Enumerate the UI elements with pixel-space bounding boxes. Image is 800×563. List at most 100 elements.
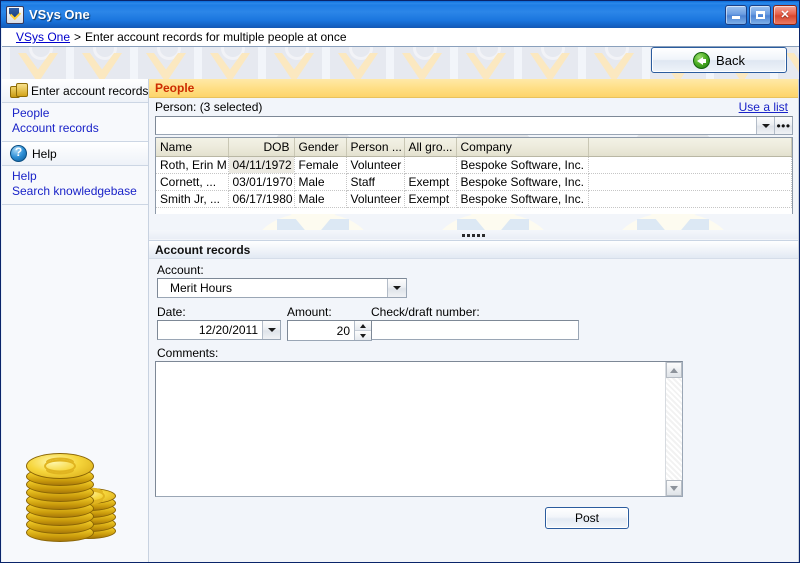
back-button[interactable]: Back <box>651 47 787 73</box>
gold-coins-image <box>26 443 134 543</box>
amount-increment-button[interactable] <box>355 321 371 330</box>
amount-stepper[interactable]: 20 <box>287 320 372 341</box>
table-row[interactable]: Smith Jr, ... 06/17/1980 Male Volunteer … <box>156 190 792 208</box>
date-picker-value: 12/20/2011 <box>198 323 258 337</box>
chevron-down-icon <box>761 123 770 128</box>
application-window: VSys One ✕ VSys One > Enter account reco… <box>0 0 800 563</box>
cell-name: Smith Jr, ... <box>156 190 229 208</box>
post-button[interactable]: Post <box>545 507 629 529</box>
sidebar-item-help[interactable]: Help <box>12 169 148 184</box>
breadcrumb-separator: > <box>74 30 82 44</box>
cell-dob: 06/17/1980 <box>228 190 295 208</box>
breadcrumb-current: Enter account records for multiple peopl… <box>85 30 347 44</box>
watermark-logo <box>586 47 642 79</box>
sidebar-links-group-1: Help Search knowledgebase <box>2 166 148 205</box>
check-draft-number-input[interactable] <box>371 320 579 340</box>
back-button-label: Back <box>716 52 745 68</box>
comments-textarea[interactable] <box>156 362 665 496</box>
maximize-button[interactable] <box>749 4 771 25</box>
table-header-row: Name DOB Gender Person ... All gro... Co… <box>156 138 792 157</box>
money-icon <box>10 83 28 98</box>
sidebar-group-title: Enter account records <box>31 83 149 98</box>
minimize-button[interactable] <box>725 4 747 25</box>
column-header-name[interactable]: Name <box>156 138 229 157</box>
sidebar-links-group-0: People Account records <box>2 103 148 142</box>
date-dropdown-button[interactable] <box>262 321 280 339</box>
table-row[interactable]: Cornett, ... 03/01/1970 Male Staff Exemp… <box>156 173 792 191</box>
minimize-icon <box>726 6 746 24</box>
people-table[interactable]: Name DOB Gender Person ... All gro... Co… <box>155 137 793 214</box>
account-dropdown-button[interactable] <box>387 279 406 297</box>
close-icon: ✕ <box>780 9 790 21</box>
amount-label: Amount: <box>287 305 332 319</box>
check-draft-number-label: Check/draft number: <box>371 305 480 319</box>
watermark-logo <box>522 47 578 79</box>
cell-gender: Female <box>294 156 347 174</box>
column-header-all-groups[interactable]: All gro... <box>404 138 457 157</box>
comments-label: Comments: <box>157 346 219 360</box>
date-picker[interactable]: 12/20/2011 <box>157 320 281 340</box>
person-selector-row: Person: (3 selected) Use a list ••• <box>149 99 799 137</box>
scrollbar-track[interactable] <box>666 378 682 480</box>
cell-all-groups <box>404 156 457 174</box>
amount-value: 20 <box>336 324 350 338</box>
people-section-title: People <box>155 81 195 95</box>
cell-extra <box>588 156 792 174</box>
table-row[interactable]: Roth, Erin M 04/11/1972 Female Volunteer… <box>156 156 792 174</box>
scroll-down-button[interactable] <box>666 480 682 496</box>
vsys-app-icon <box>6 5 24 24</box>
cell-gender: Male <box>294 173 347 191</box>
cell-dob: 03/01/1970 <box>228 173 295 191</box>
chevron-down-icon <box>670 485 678 491</box>
breadcrumb: VSys One > Enter account records for mul… <box>2 28 799 47</box>
sidebar: Enter account records People Account rec… <box>2 79 149 562</box>
maximize-icon <box>750 6 770 24</box>
cell-company: Bespoke Software, Inc. <box>456 156 589 174</box>
account-combobox[interactable]: Merit Hours <box>157 278 407 298</box>
window-title: VSys One <box>29 7 90 22</box>
column-header-dob[interactable]: DOB <box>228 138 295 157</box>
sidebar-item-account-records[interactable]: Account records <box>12 121 148 136</box>
use-a-list-link[interactable]: Use a list <box>739 100 788 114</box>
sidebar-item-search-knowledgebase[interactable]: Search knowledgebase <box>12 184 148 199</box>
panel-splitter[interactable] <box>149 230 799 239</box>
people-section-header: People <box>149 79 799 98</box>
person-combobox[interactable]: ••• <box>155 116 793 135</box>
watermark-logo <box>10 47 66 79</box>
comments-scrollbar[interactable] <box>665 362 682 496</box>
comments-box[interactable] <box>155 361 683 497</box>
sidebar-group-enter-account-records: Enter account records <box>2 79 148 103</box>
watermark-logo <box>266 47 322 79</box>
close-button[interactable]: ✕ <box>773 4 797 25</box>
splitter-grip-icon <box>462 233 487 237</box>
help-icon <box>10 145 27 162</box>
cell-extra <box>588 173 792 191</box>
breadcrumb-home-link[interactable]: VSys One <box>16 30 70 44</box>
cell-person-type: Staff <box>346 173 405 191</box>
cell-person-type: Volunteer <box>346 190 405 208</box>
column-header-gender[interactable]: Gender <box>294 138 347 157</box>
scroll-up-button[interactable] <box>666 362 682 378</box>
account-combobox-value: Merit Hours <box>170 281 233 295</box>
watermark-logo <box>458 47 514 79</box>
title-bar: VSys One ✕ <box>1 1 799 28</box>
column-header-extra[interactable] <box>588 138 792 157</box>
account-label: Account: <box>157 263 204 277</box>
watermark-logo <box>394 47 450 79</box>
person-dropdown-button[interactable] <box>756 117 774 134</box>
column-header-person-type[interactable]: Person ... <box>346 138 405 157</box>
cell-name: Roth, Erin M <box>156 156 229 174</box>
watermark-logo <box>74 47 130 79</box>
sidebar-item-people[interactable]: People <box>12 106 148 121</box>
account-records-section-header: Account records <box>149 240 799 259</box>
column-header-company[interactable]: Company <box>456 138 589 157</box>
amount-decrement-button[interactable] <box>355 330 371 340</box>
chevron-down-icon <box>360 333 366 338</box>
account-records-section-title: Account records <box>155 242 251 257</box>
watermark-logo <box>330 47 386 79</box>
cell-all-groups: Exempt <box>404 190 457 208</box>
chevron-up-icon <box>360 323 366 328</box>
cell-all-groups: Exempt <box>404 173 457 191</box>
chevron-up-icon <box>670 367 678 373</box>
person-browse-button[interactable]: ••• <box>774 117 792 134</box>
